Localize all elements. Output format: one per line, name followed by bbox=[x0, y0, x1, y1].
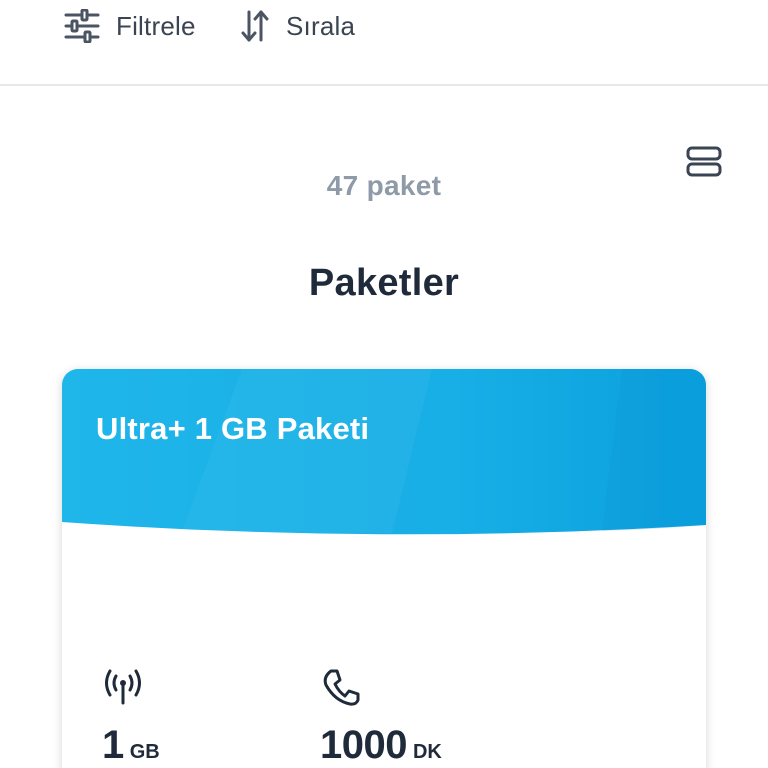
voice-unit: DK bbox=[412, 741, 442, 763]
data-amount: 1 bbox=[102, 723, 124, 767]
sort-arrows-icon bbox=[241, 10, 269, 42]
sort-button[interactable]: Sırala bbox=[240, 4, 355, 48]
package-count: 47 paket bbox=[326, 170, 442, 201]
voice-allowance: 1000 DK bbox=[320, 667, 442, 768]
page-title: Paketler bbox=[308, 262, 460, 304]
filter-button[interactable]: Filtrele bbox=[64, 4, 196, 48]
sliders-icon bbox=[64, 9, 100, 43]
card-header: Ultra+ 1 GB Paketi bbox=[62, 369, 706, 541]
data-unit: GB bbox=[129, 741, 160, 763]
card-title: Ultra+ 1 GB Paketi bbox=[96, 411, 370, 446]
voice-amount: 1000 bbox=[320, 723, 407, 767]
filter-label: Filtrele bbox=[116, 10, 196, 41]
sort-label: Sırala bbox=[286, 10, 356, 41]
signal-antenna-icon bbox=[105, 669, 141, 705]
toolbar: Filtrele Sırala bbox=[0, 0, 768, 86]
package-card[interactable]: Ultra+ 1 GB Paketi 1 GB 1000 DK bbox=[62, 369, 706, 768]
phone-icon bbox=[323, 669, 360, 706]
data-allowance: 1 GB bbox=[102, 667, 160, 768]
